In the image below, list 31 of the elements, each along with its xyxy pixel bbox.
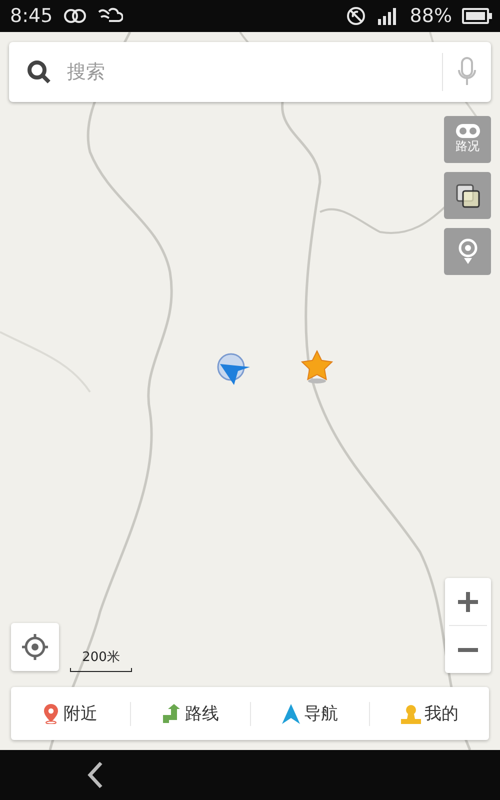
navigation-arrow-icon xyxy=(282,704,300,724)
star-icon xyxy=(301,350,333,384)
battery-icon xyxy=(462,8,492,24)
layers-icon xyxy=(454,182,480,208)
search-bar[interactable]: 搜索 xyxy=(9,42,491,102)
scale-bar xyxy=(70,668,132,672)
traffic-icon xyxy=(456,124,480,138)
status-time: 8:45 xyxy=(10,5,53,27)
tab[interactable]: 路线 xyxy=(130,687,250,740)
battery-percent: 88% xyxy=(410,5,452,27)
plus-icon xyxy=(456,590,480,614)
locate-button[interactable] xyxy=(11,623,59,671)
tab[interactable]: 导航 xyxy=(250,687,370,740)
person-icon xyxy=(400,704,421,724)
link-icon xyxy=(62,9,87,23)
marker-button[interactable] xyxy=(444,228,491,275)
pin-icon xyxy=(43,704,60,724)
no-signal-icon xyxy=(346,6,366,26)
crosshair-icon xyxy=(22,634,48,660)
cloud-icon xyxy=(96,7,123,25)
back-icon xyxy=(86,761,104,789)
search-field[interactable]: 搜索 xyxy=(65,60,442,84)
tab[interactable]: 附近 xyxy=(11,687,130,740)
layers-button[interactable] xyxy=(444,172,491,219)
route-arrow-icon xyxy=(161,704,182,724)
tab[interactable]: 我的 xyxy=(370,687,489,740)
scale-label: 200米 xyxy=(82,649,120,666)
search-icon xyxy=(27,60,51,84)
marker-icon xyxy=(458,238,478,266)
minus-icon xyxy=(458,648,478,652)
back-button[interactable] xyxy=(86,761,104,789)
